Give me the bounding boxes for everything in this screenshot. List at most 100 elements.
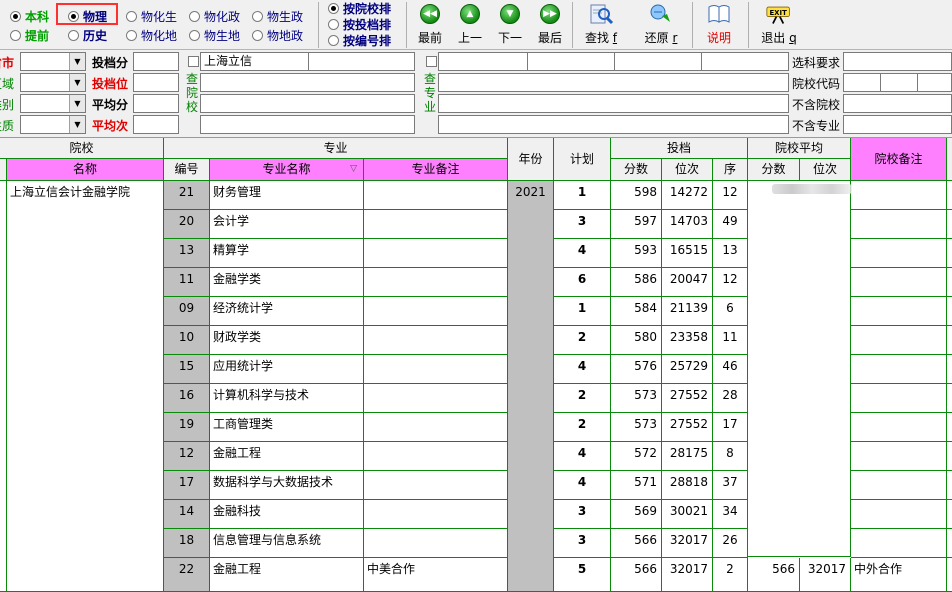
subject-radio-wuhuazheng[interactable]: 物化政 [189,8,240,24]
school-input-5[interactable] [200,115,415,134]
major-name-cell[interactable]: 工商管理类 [210,413,364,442]
order-cell[interactable]: 12 [713,268,748,297]
exclude-school-input[interactable] [843,94,952,113]
subject-radio-wushengzheng[interactable]: 物生政 [252,8,303,24]
plan-cell[interactable]: 1 [554,297,611,326]
rank-cell[interactable]: 14703 [662,210,713,239]
score-cell[interactable]: 573 [611,413,662,442]
subject-radio-history[interactable]: 历史 [68,27,107,43]
plan-cell[interactable]: 5 [554,558,611,592]
rank-cell[interactable]: 32017 [662,529,713,558]
school-note-cell[interactable] [851,326,947,355]
school-input-2[interactable] [308,52,415,71]
subject-radio-wushengdi[interactable]: 物生地 [189,27,240,43]
major-name-cell[interactable]: 计算机科学与技术 [210,384,364,413]
major-note-cell[interactable] [364,500,508,529]
score-cell[interactable]: 572 [611,442,662,471]
subject-radio-physics[interactable]: 物理 [68,8,107,24]
score-cell[interactable]: 576 [611,355,662,384]
major-name-cell[interactable]: 金融工程 [210,558,364,592]
school-note-cell[interactable] [851,181,947,210]
score-cell[interactable]: 569 [611,500,662,529]
category-select[interactable]: ▼ [20,94,86,113]
rank-cell[interactable]: 27552 [662,413,713,442]
header-rank[interactable]: 位次 [662,159,713,181]
plan-cell[interactable]: 2 [554,384,611,413]
major-name-cell[interactable]: 财政学类 [210,326,364,355]
plan-cell[interactable]: 4 [554,442,611,471]
region-select[interactable]: ▼ [20,73,86,92]
code-cell[interactable]: 12 [164,442,210,471]
score-cell[interactable]: 586 [611,268,662,297]
order-cell[interactable]: 28 [713,384,748,413]
major-note-cell[interactable] [364,268,508,297]
score-cell[interactable]: 593 [611,239,662,268]
toudang-rank-input[interactable] [133,73,179,92]
help-button[interactable]: 说明 [700,2,738,48]
major-input-2[interactable] [527,52,615,71]
order-cell[interactable]: 49 [713,210,748,239]
order-cell[interactable]: 17 [713,413,748,442]
school-code-input-1[interactable] [843,73,881,92]
code-cell[interactable]: 10 [164,326,210,355]
major-name-cell[interactable]: 会计学 [210,210,364,239]
level-radio-undergrad[interactable]: 本科 [10,8,49,24]
rank-cell[interactable]: 28175 [662,442,713,471]
major-name-cell[interactable]: 信息管理与信息系统 [210,529,364,558]
score-cell[interactable]: 566 [611,529,662,558]
school-note-cell[interactable] [851,471,947,500]
major-note-cell[interactable] [364,326,508,355]
rank-cell[interactable]: 25729 [662,355,713,384]
school-code-input-3[interactable] [917,73,952,92]
plan-cell[interactable]: 4 [554,239,611,268]
rank-cell[interactable]: 21139 [662,297,713,326]
score-cell[interactable]: 571 [611,471,662,500]
order-cell[interactable]: 13 [713,239,748,268]
order-cell[interactable]: 8 [713,442,748,471]
school-note-cell[interactable] [851,442,947,471]
subject-requirement-input[interactable] [843,52,952,71]
find-button[interactable]: 查找 f [578,2,624,48]
code-cell[interactable]: 16 [164,384,210,413]
major-note-cell[interactable]: 中美合作 [364,558,508,592]
major-input-1[interactable] [438,52,528,71]
header-plan[interactable]: 计划 [554,138,611,181]
code-cell[interactable]: 20 [164,210,210,239]
code-cell[interactable]: 17 [164,471,210,500]
major-name-cell[interactable]: 财务管理 [210,181,364,210]
rank-cell[interactable]: 32017 [662,558,713,592]
school-note-cell[interactable] [851,413,947,442]
plan-cell[interactable]: 2 [554,326,611,355]
major-name-cell[interactable]: 金融学类 [210,268,364,297]
order-cell[interactable]: 26 [713,529,748,558]
code-cell[interactable]: 19 [164,413,210,442]
major-input-7[interactable] [438,115,789,134]
header-school-note[interactable]: 院校备注 [851,138,947,181]
major-input-3[interactable] [614,52,702,71]
school-name-cell[interactable]: 上海立信会计金融学院 [7,181,164,592]
school-checkbox[interactable] [188,56,199,67]
subject-radio-wudizheng[interactable]: 物地政 [252,27,303,43]
header-school-name[interactable]: 名称 [7,159,164,181]
major-name-cell[interactable]: 应用统计学 [210,355,364,384]
code-cell[interactable]: 11 [164,268,210,297]
major-note-cell[interactable] [364,297,508,326]
rank-cell[interactable]: 14272 [662,181,713,210]
next-button[interactable]: ▼ 下一 [494,2,526,48]
major-note-cell[interactable] [364,384,508,413]
code-cell[interactable]: 09 [164,297,210,326]
header-avg-rank[interactable]: 位次 [800,159,851,181]
avg-score-input[interactable] [133,94,179,113]
major-name-cell[interactable]: 金融工程 [210,442,364,471]
header-score[interactable]: 分数 [611,159,662,181]
school-note-cell[interactable] [851,529,947,558]
subject-radio-wuhuadi[interactable]: 物化地 [126,27,177,43]
plan-cell[interactable]: 3 [554,529,611,558]
header-order[interactable]: 序 [713,159,748,181]
subject-radio-wuhuasheng[interactable]: 物化生 [126,8,177,24]
code-cell[interactable]: 18 [164,529,210,558]
order-cell[interactable]: 46 [713,355,748,384]
major-input-4[interactable] [701,52,789,71]
level-radio-early[interactable]: 提前 [10,27,49,43]
exit-button[interactable]: EXIT 退出 q [756,2,802,48]
